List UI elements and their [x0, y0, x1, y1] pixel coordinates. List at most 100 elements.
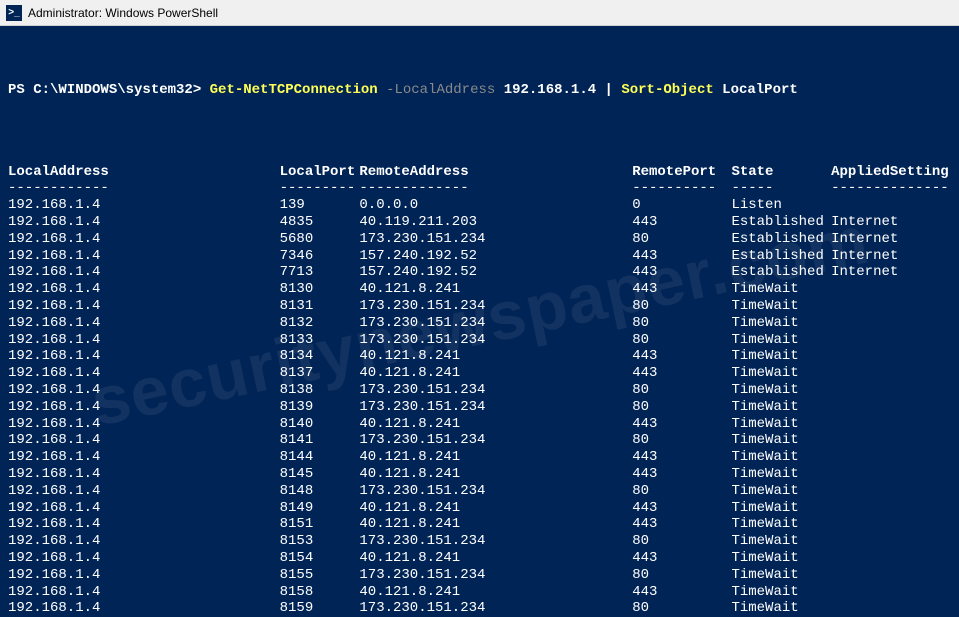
cell-lport: 8140 — [280, 416, 360, 433]
table-row: 192.168.1.4814440.121.8.241443TimeWait — [8, 449, 951, 466]
cell-state: TimeWait — [731, 449, 831, 466]
cell-raddr: 40.119.211.203 — [359, 214, 632, 231]
cell-local: 192.168.1.4 — [8, 466, 280, 483]
sep-state: ----- — [731, 180, 831, 197]
table-row: 192.168.1.48132173.230.151.23480TimeWait — [8, 315, 951, 332]
cell-rport: 443 — [632, 264, 731, 281]
cell-state: TimeWait — [731, 416, 831, 433]
cell-state: TimeWait — [731, 466, 831, 483]
cell-rport: 443 — [632, 516, 731, 533]
sep-rport: ---------- — [632, 180, 731, 197]
header-localport: LocalPort — [280, 164, 360, 181]
table-row: 192.168.1.4815140.121.8.241443TimeWait — [8, 516, 951, 533]
param-value: 192.168.1.4 — [504, 82, 596, 98]
cell-state: TimeWait — [731, 365, 831, 382]
cell-lport: 8149 — [280, 500, 360, 517]
cell-state: TimeWait — [731, 500, 831, 517]
cell-local: 192.168.1.4 — [8, 600, 280, 617]
cell-local: 192.168.1.4 — [8, 516, 280, 533]
cell-lport: 8148 — [280, 483, 360, 500]
cell-local: 192.168.1.4 — [8, 315, 280, 332]
cell-local: 192.168.1.4 — [8, 567, 280, 584]
cell-rport: 80 — [632, 399, 731, 416]
table-row: 192.168.1.47713157.240.192.52443Establis… — [8, 264, 951, 281]
table-row: 192.168.1.48138173.230.151.23480TimeWait — [8, 382, 951, 399]
cell-state: Established — [731, 264, 831, 281]
cell-state: Listen — [731, 197, 831, 214]
cell-local: 192.168.1.4 — [8, 584, 280, 601]
cell-state: TimeWait — [731, 315, 831, 332]
cell-applied — [831, 432, 951, 449]
cell-lport: 4835 — [280, 214, 360, 231]
cell-state: TimeWait — [731, 533, 831, 550]
cell-lport: 8130 — [280, 281, 360, 298]
cell-state: TimeWait — [731, 483, 831, 500]
pipe-char: | — [596, 82, 621, 98]
cell-local: 192.168.1.4 — [8, 449, 280, 466]
cell-lport: 8138 — [280, 382, 360, 399]
header-appliedsetting: AppliedSetting — [831, 164, 951, 181]
window-title: Administrator: Windows PowerShell — [28, 6, 218, 20]
cell-applied — [831, 365, 951, 382]
sep-local: ------------ — [8, 180, 280, 197]
window-titlebar[interactable]: >_ Administrator: Windows PowerShell — [0, 0, 959, 26]
terminal-pane[interactable]: securitynewspaper.com PS C:\WINDOWS\syst… — [0, 26, 959, 617]
cell-raddr: 173.230.151.234 — [359, 382, 632, 399]
table-row: 192.168.1.48131173.230.151.23480TimeWait — [8, 298, 951, 315]
output-table: LocalAddress LocalPort RemoteAddress Rem… — [8, 164, 951, 617]
cell-applied — [831, 332, 951, 349]
table-row: 192.168.1.48155173.230.151.23480TimeWait — [8, 567, 951, 584]
table-row: 192.168.1.48141173.230.151.23480TimeWait — [8, 432, 951, 449]
cell-applied — [831, 500, 951, 517]
cell-raddr: 40.121.8.241 — [359, 584, 632, 601]
cell-raddr: 40.121.8.241 — [359, 365, 632, 382]
cell-applied — [831, 584, 951, 601]
cell-lport: 8133 — [280, 332, 360, 349]
cell-rport: 80 — [632, 231, 731, 248]
cell-rport: 443 — [632, 416, 731, 433]
cell-state: TimeWait — [731, 432, 831, 449]
cell-local: 192.168.1.4 — [8, 197, 280, 214]
header-localaddress: LocalAddress — [8, 164, 280, 181]
table-row: 192.168.1.48148173.230.151.23480TimeWait — [8, 483, 951, 500]
cell-lport: 7346 — [280, 248, 360, 265]
cell-rport: 80 — [632, 332, 731, 349]
cell-raddr: 40.121.8.241 — [359, 466, 632, 483]
table-row: 192.168.1.4813040.121.8.241443TimeWait — [8, 281, 951, 298]
table-row: 192.168.1.48139173.230.151.23480TimeWait — [8, 399, 951, 416]
table-row: 192.168.1.48153173.230.151.23480TimeWait — [8, 533, 951, 550]
cell-raddr: 173.230.151.234 — [359, 315, 632, 332]
cell-rport: 443 — [632, 500, 731, 517]
cell-local: 192.168.1.4 — [8, 416, 280, 433]
cell-applied — [831, 382, 951, 399]
cell-raddr: 157.240.192.52 — [359, 248, 632, 265]
cell-lport: 8145 — [280, 466, 360, 483]
cell-applied — [831, 533, 951, 550]
cell-local: 192.168.1.4 — [8, 332, 280, 349]
cell-rport: 443 — [632, 248, 731, 265]
separator-row: ------------ --------- ------------- ---… — [8, 180, 951, 197]
cell-applied — [831, 281, 951, 298]
table-row: 192.168.1.4814040.121.8.241443TimeWait — [8, 416, 951, 433]
cell-raddr: 173.230.151.234 — [359, 533, 632, 550]
cell-raddr: 40.121.8.241 — [359, 281, 632, 298]
cell-raddr: 173.230.151.234 — [359, 432, 632, 449]
cell-lport: 5680 — [280, 231, 360, 248]
sep-raddr: ------------- — [359, 180, 632, 197]
cell-state: TimeWait — [731, 348, 831, 365]
cell-state: TimeWait — [731, 281, 831, 298]
cell-lport: 8158 — [280, 584, 360, 601]
cell-local: 192.168.1.4 — [8, 399, 280, 416]
param-name: -LocalAddress — [378, 82, 504, 98]
cell-rport: 80 — [632, 600, 731, 617]
cell-lport: 8154 — [280, 550, 360, 567]
cell-rport: 80 — [632, 315, 731, 332]
cell-state: TimeWait — [731, 399, 831, 416]
cell-raddr: 173.230.151.234 — [359, 332, 632, 349]
cell-rport: 443 — [632, 365, 731, 382]
cell-state: TimeWait — [731, 516, 831, 533]
cell-lport: 139 — [280, 197, 360, 214]
cell-lport: 7713 — [280, 264, 360, 281]
cell-raddr: 40.121.8.241 — [359, 449, 632, 466]
cell-raddr: 173.230.151.234 — [359, 567, 632, 584]
